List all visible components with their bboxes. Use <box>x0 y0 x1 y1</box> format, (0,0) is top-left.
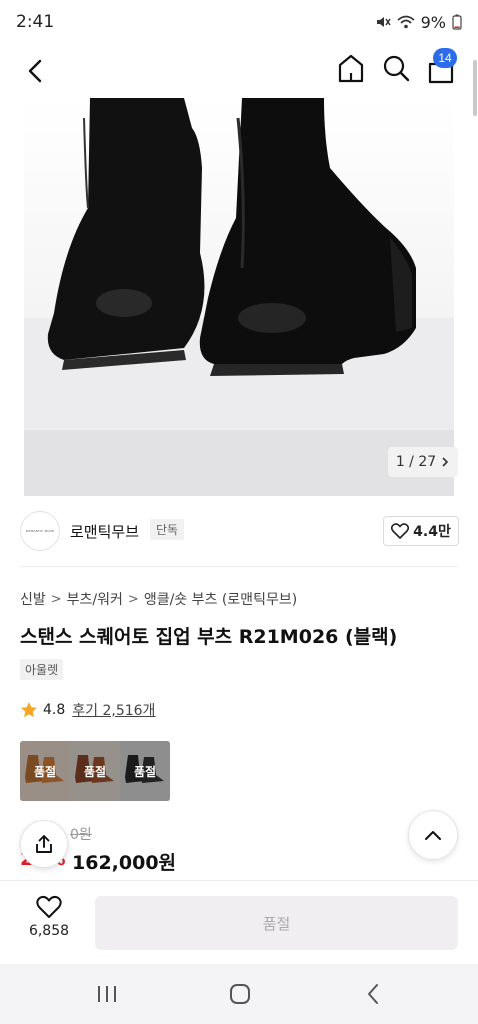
price-area: 0원 20% 162,000원 <box>20 810 460 880</box>
wifi-icon <box>397 15 415 29</box>
breadcrumb-item[interactable]: 앵클/숏 부츠 (로맨틱무브) <box>144 589 297 609</box>
rating-score: 4.8 <box>43 702 66 718</box>
soldout-button[interactable]: 품절 <box>95 896 458 950</box>
recent-apps-icon[interactable] <box>95 984 119 1004</box>
home-nav-icon[interactable] <box>228 982 252 1006</box>
star-icon <box>21 702 37 718</box>
battery-percent: 9% <box>420 12 446 32</box>
brand-logo[interactable]: ROMANTIC MOVE <box>20 511 60 551</box>
scroll-top-button[interactable] <box>408 810 458 860</box>
cart-count-badge: 14 <box>433 48 457 68</box>
product-title: 스탠스 스퀘어토 집업 부츠 R21M026 (블랙) <box>20 626 398 648</box>
review-count-link[interactable]: 후기 2,516개 <box>72 700 155 720</box>
breadcrumb-item[interactable]: 부츠/워커 <box>67 589 123 609</box>
color-option-darkbrown[interactable]: 품절 <box>70 741 120 801</box>
boots-illustration <box>47 98 416 376</box>
brand-row: ROMANTIC MOVE 로맨틱무브 단독 4.4만 <box>20 511 460 551</box>
back-arrow-icon[interactable] <box>18 52 54 88</box>
wishlist-count: 6,858 <box>28 923 70 939</box>
color-option-brown[interactable]: 품절 <box>20 741 70 801</box>
brand-like-count: 4.4만 <box>413 524 451 540</box>
outlet-badge: 아울렛 <box>20 659 64 680</box>
breadcrumb-item[interactable]: 신발 <box>20 589 46 609</box>
search-icon[interactable] <box>378 50 414 86</box>
chevron-right-icon: > <box>50 591 62 607</box>
option-soldout-label: 품절 <box>33 764 57 779</box>
status-bar: 2:41 9% <box>0 0 478 44</box>
status-time: 2:41 <box>16 12 55 32</box>
chevron-up-icon <box>425 831 441 840</box>
exclusive-badge: 단독 <box>150 519 185 540</box>
mute-icon <box>376 17 391 27</box>
scrollbar[interactable] <box>473 60 477 116</box>
chevron-right-icon <box>442 457 449 467</box>
option-soldout-label: 품절 <box>133 764 157 779</box>
image-counter-text: 1 / 27 <box>395 454 437 470</box>
share-icon <box>36 835 52 853</box>
chevron-right-icon: > <box>127 591 139 607</box>
color-options: 품절 품절 품절 <box>20 741 170 801</box>
share-button[interactable] <box>20 820 68 868</box>
top-app-bar <box>0 44 478 96</box>
original-price: 0원 <box>70 827 92 843</box>
home-icon[interactable] <box>333 50 369 86</box>
soldout-button-label: 품절 <box>262 914 291 933</box>
breadcrumb: 신발 > 부츠/워커 > 앵클/숏 부츠 (로맨틱무브) <box>20 589 297 609</box>
wishlist-button[interactable]: 6,858 <box>14 895 84 951</box>
divider <box>20 566 458 567</box>
battery-icon <box>452 14 462 30</box>
rating-row: 4.8 후기 2,516개 <box>20 700 155 720</box>
sale-price: 162,000원 <box>72 852 177 874</box>
status-icons: 9% <box>375 13 462 32</box>
brand-logo-text: ROMANTIC MOVE <box>25 529 55 533</box>
brand-name[interactable]: 로맨틱무브 <box>70 521 139 542</box>
product-image[interactable] <box>24 98 454 496</box>
color-option-black[interactable]: 품절 <box>120 741 170 801</box>
back-nav-icon[interactable] <box>362 982 386 1006</box>
brand-like-button[interactable]: 4.4만 <box>383 516 459 546</box>
heart-outline-icon <box>391 523 410 539</box>
bottom-action-bar: 6,858 품절 <box>0 880 478 964</box>
system-nav-bar <box>0 964 478 1024</box>
heart-outline-icon <box>36 895 62 918</box>
image-counter[interactable]: 1 / 27 <box>388 447 458 477</box>
option-soldout-label: 품절 <box>83 764 107 779</box>
